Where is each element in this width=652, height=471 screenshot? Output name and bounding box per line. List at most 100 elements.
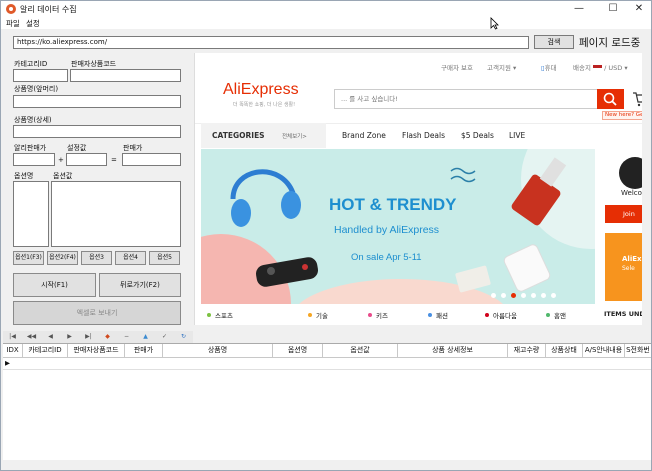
cat-tab-kids[interactable]: 키즈: [376, 310, 388, 320]
prior-page-icon[interactable]: ◀◀: [22, 332, 41, 342]
ship-to-link[interactable]: 배송지 / USD ▾: [573, 62, 628, 72]
menu-settings[interactable]: 설정: [26, 18, 40, 29]
table-row[interactable]: ▶: [3, 358, 651, 370]
categories-dropdown[interactable]: CATEGORIES 전체보기>: [201, 123, 326, 148]
promo-banner[interactable]: HOT & TRENDY Handled by AliExpress On sa…: [201, 149, 595, 304]
nav-5-deals[interactable]: $5 Deals: [461, 131, 494, 140]
product-name-detail-field[interactable]: [13, 125, 181, 138]
buyer-protection-link[interactable]: 구매자 보호: [441, 62, 473, 72]
app-icon: [6, 4, 16, 14]
window-title: 알리 데이터 수집: [20, 5, 77, 14]
grid-header-seller-code[interactable]: 판매자상품코드: [68, 344, 125, 358]
last-record-icon[interactable]: ▶|: [79, 332, 98, 342]
grid-header-idx[interactable]: IDX: [3, 344, 23, 358]
seller-code-label: 판매자상품코드: [71, 60, 117, 68]
nav-brand-zone[interactable]: Brand Zone: [342, 131, 386, 140]
nav-live[interactable]: LIVE: [509, 131, 525, 140]
banner-title: HOT & TRENDY: [329, 195, 457, 214]
grid-header-as-info[interactable]: A/S안내내용: [583, 344, 625, 358]
delete-record-icon[interactable]: −: [117, 332, 136, 342]
side-promo-sub: Sele: [622, 265, 635, 272]
plus-sign: +: [58, 156, 64, 164]
close-button[interactable]: ✕: [625, 1, 651, 17]
option4-button[interactable]: 옵션4: [115, 251, 146, 265]
next-record-icon[interactable]: ▶: [60, 332, 79, 342]
option1-button[interactable]: 옵션1(F3): [13, 251, 44, 265]
menu-bar: 파일 설정: [1, 17, 651, 29]
menu-file[interactable]: 파일: [6, 18, 20, 29]
cat-tab-sports[interactable]: 스포츠: [215, 310, 233, 320]
option2-button[interactable]: 옵션2(F4): [47, 251, 78, 265]
grid-header-detail[interactable]: 상품 상세정보: [398, 344, 508, 358]
grid-header-category-id[interactable]: 카테고리ID: [23, 344, 68, 358]
equals-sign: =: [111, 156, 117, 164]
product-name-detail-label: 상품명(상세): [14, 116, 52, 124]
grid-header-status[interactable]: 상품상태: [546, 344, 583, 358]
banner-date: On sale Apr 5-11: [351, 252, 422, 263]
mobile-link[interactable]: ▯휴대: [541, 62, 557, 72]
data-grid[interactable]: IDX 카테고리ID 판매자상품코드 판매가 상품명 옵션명 옵션값 상품 상세…: [3, 343, 651, 461]
aliexpress-search-input[interactable]: ... 를 사고 싶습니다!: [334, 89, 597, 109]
edit-record-icon[interactable]: ▲: [136, 332, 155, 342]
ali-price-field[interactable]: [13, 153, 55, 166]
categories-label: CATEGORIES: [212, 131, 265, 140]
start-button[interactable]: 시작(F1): [13, 273, 96, 297]
cat-tab-fashion[interactable]: 패션: [436, 310, 448, 320]
option5-button[interactable]: 옵션5: [149, 251, 180, 265]
grid-horizontal-scrollbar[interactable]: [3, 460, 651, 470]
setting-value-label: 설정값: [67, 144, 87, 152]
search-button[interactable]: 검색: [534, 35, 574, 49]
app-window: 알리 데이터 수집 — ☐ ✕ 파일 설정 https://ko.aliexpr…: [0, 0, 652, 471]
kids-dot-icon: [368, 313, 372, 317]
option-value-list[interactable]: [51, 181, 181, 247]
export-excel-button[interactable]: 엑셀로 보내기: [13, 301, 181, 325]
setting-value-field[interactable]: [66, 153, 107, 166]
beauty-dot-icon: [485, 313, 489, 317]
fashion-dot-icon: [428, 313, 432, 317]
sports-dot-icon: [207, 313, 211, 317]
option3-button[interactable]: 옵션3: [81, 251, 112, 265]
status-text: 페이지 로드중: [579, 37, 641, 49]
cat-tab-beauty[interactable]: 아름다움: [493, 310, 517, 320]
sale-price-label: 판매가: [123, 144, 143, 152]
nav-flash-deals[interactable]: Flash Deals: [402, 131, 445, 140]
option-value-label: 옵션값: [53, 172, 73, 180]
prior-record-icon[interactable]: ◀: [41, 332, 60, 342]
carousel-dots[interactable]: [491, 293, 561, 299]
grid-header-price[interactable]: 판매가: [125, 344, 163, 358]
aliexpress-search-button[interactable]: [597, 89, 624, 109]
maximize-button[interactable]: ☐: [599, 1, 627, 17]
grid-header-stock[interactable]: 재고수량: [508, 344, 546, 358]
mouse-cursor-icon: [490, 17, 499, 30]
grid-header-option-name[interactable]: 옵션명: [273, 344, 323, 358]
back-button[interactable]: 뒤로가기(F2): [99, 273, 181, 297]
embedded-browser[interactable]: 구매자 보호 고객지원 ▾ ▯휴대 배송지 / USD ▾ AliExpress…: [194, 53, 651, 325]
categories-all-link[interactable]: 전체보기>: [282, 132, 307, 140]
seller-code-field[interactable]: [70, 69, 181, 82]
first-record-icon[interactable]: |◀: [3, 332, 22, 342]
sale-price-field[interactable]: [122, 153, 181, 166]
ali-price-label: 알리판매가: [14, 144, 47, 152]
grid-header-product-name[interactable]: 상품명: [163, 344, 273, 358]
grid-navigator: |◀ ◀◀ ◀ ▶ ▶| ◆ − ▲ ✓ ↻: [3, 331, 193, 343]
refresh-icon[interactable]: ↻: [174, 332, 193, 342]
post-record-icon[interactable]: ✓: [155, 332, 174, 342]
insert-record-icon[interactable]: ◆: [98, 332, 117, 342]
row-indicator-icon: ▶: [5, 359, 10, 367]
title-bar: 알리 데이터 수집 — ☐ ✕: [1, 1, 651, 17]
browser-vertical-scrollbar[interactable]: [642, 53, 651, 325]
minimize-button[interactable]: —: [565, 1, 593, 17]
option-name-list[interactable]: [13, 181, 49, 247]
product-name-front-field[interactable]: [13, 95, 181, 108]
cat-tab-tech[interactable]: 기술: [316, 310, 328, 320]
category-id-field[interactable]: [13, 69, 68, 82]
aliexpress-logo[interactable]: AliExpress: [223, 81, 299, 99]
grid-header-as-phone[interactable]: S전화번: [625, 344, 651, 358]
grid-header-option-value[interactable]: 옵션값: [323, 344, 398, 358]
url-input[interactable]: https://ko.aliexpress.com/: [13, 36, 529, 49]
cat-tab-home[interactable]: 홈앤: [554, 310, 566, 320]
search-icon: [603, 92, 617, 106]
banner-subtitle: Handled by AliExpress: [334, 224, 440, 236]
product-name-front-label: 상품명(앞머리): [14, 85, 59, 93]
customer-support-link[interactable]: 고객지원 ▾: [487, 62, 516, 72]
